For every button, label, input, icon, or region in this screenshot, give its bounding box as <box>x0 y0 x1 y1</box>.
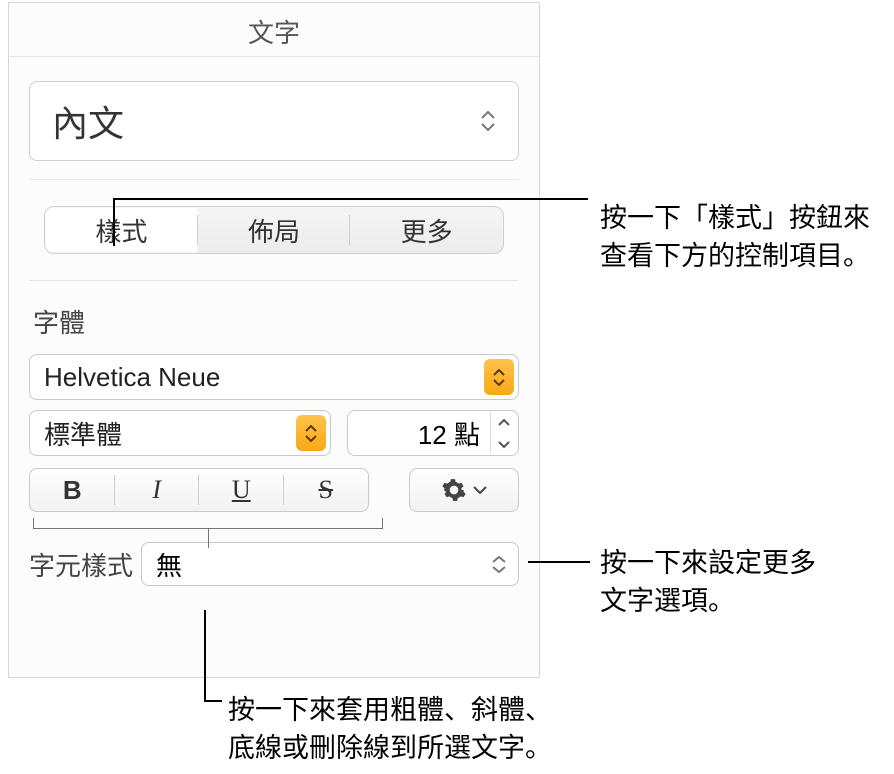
italic-button[interactable]: I <box>115 469 200 511</box>
dropdown-arrows-icon <box>484 359 514 395</box>
divider <box>29 280 519 281</box>
char-style-label: 字元樣式 <box>29 546 133 583</box>
font-size-stepper[interactable] <box>490 412 516 454</box>
chevron-updown-icon <box>480 110 496 132</box>
tab-more[interactable]: 更多 <box>350 207 503 253</box>
chevron-down-icon <box>473 485 487 495</box>
text-style-group: B I U S <box>29 468 369 512</box>
leader-line <box>113 198 115 246</box>
font-weight-value: 標準體 <box>44 415 122 452</box>
tab-layout[interactable]: 佈局 <box>198 207 351 253</box>
strikethrough-button[interactable]: S <box>284 469 369 511</box>
panel-title: 文字 <box>9 3 539 57</box>
char-style-value: 無 <box>156 546 182 583</box>
bold-button[interactable]: B <box>30 469 115 511</box>
underline-icon: U <box>232 475 251 505</box>
stepper-down-icon[interactable] <box>491 433 516 454</box>
underline-button[interactable]: U <box>199 469 284 511</box>
leader-line <box>204 610 206 700</box>
font-size-field[interactable]: 12 點 <box>347 410 519 456</box>
strikethrough-icon: S <box>319 475 333 505</box>
font-family-value: Helvetica Neue <box>44 362 220 393</box>
callout-style-tab: 按一下「樣式」按鈕來 查看下方的控制項目。 <box>600 200 870 276</box>
text-inspector-panel: 文字 內文 樣式 佈局 更多 字體 Helvetica Neue 標準體 <box>8 2 540 678</box>
paragraph-style-value: 內文 <box>52 95 124 147</box>
tab-style[interactable]: 樣式 <box>45 207 198 253</box>
bold-icon: B <box>63 475 82 506</box>
leader-line <box>204 700 222 702</box>
font-section-label: 字體 <box>33 303 515 340</box>
gear-icon <box>441 477 467 503</box>
dropdown-arrows-icon <box>296 415 326 451</box>
callout-gear: 按一下來設定更多 文字選項。 <box>600 545 816 621</box>
leader-line <box>113 198 588 200</box>
callout-bius: 按一下來套用粗體、斜體、 底線或刪除線到所選文字。 <box>228 692 552 768</box>
font-family-select[interactable]: Helvetica Neue <box>29 354 519 400</box>
italic-icon: I <box>152 475 161 505</box>
paragraph-style-select[interactable]: 內文 <box>29 81 519 161</box>
advanced-options-button[interactable] <box>409 468 519 512</box>
chevron-updown-icon <box>492 556 506 573</box>
decorative-bracket <box>33 518 383 532</box>
leader-line <box>528 561 590 563</box>
font-weight-select[interactable]: 標準體 <box>29 410 331 456</box>
divider <box>29 179 519 180</box>
stepper-up-icon[interactable] <box>491 412 516 433</box>
font-size-value: 12 點 <box>418 415 490 452</box>
char-style-select[interactable]: 無 <box>141 542 519 586</box>
